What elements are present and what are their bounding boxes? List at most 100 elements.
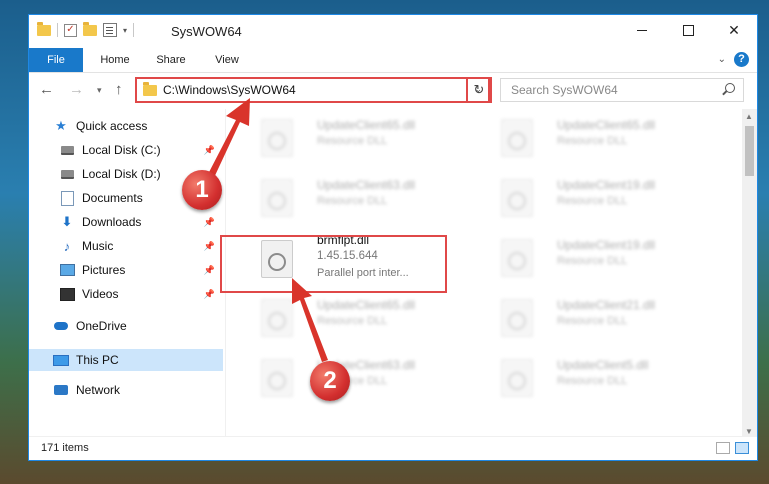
tab-share[interactable]: Share (149, 48, 193, 72)
sidebar-item-label: Documents (82, 191, 143, 205)
computer-icon (53, 354, 69, 366)
drive-icon (60, 169, 74, 179)
sidebar-item-label: Downloads (82, 215, 142, 229)
file-description: Resource DLL (557, 375, 628, 387)
list-item[interactable]: UpdateClient19.dll Resource DLL (487, 171, 717, 223)
sidebar-item-label: Pictures (82, 263, 126, 277)
minimize-icon (637, 29, 647, 31)
file-description: Resource DLL (317, 135, 388, 147)
expand-ribbon-icon[interactable]: ⌄ (718, 54, 726, 65)
videos-icon (59, 287, 75, 301)
search-icon[interactable] (725, 83, 735, 93)
large-icons-view-icon[interactable] (735, 442, 749, 454)
sidebar-item-network[interactable]: Network (53, 379, 223, 401)
properties-icon[interactable] (103, 23, 117, 37)
step-2-badge: 2 (310, 361, 350, 401)
sidebar-item-quick-access[interactable]: ★ Quick access (53, 115, 223, 137)
minimize-button[interactable] (619, 15, 665, 45)
vertical-scrollbar[interactable]: ▲ ▼ (742, 109, 757, 439)
list-item[interactable]: UpdateClient65.dll Resource DLL (487, 111, 717, 163)
music-icon: ♪ (63, 238, 71, 254)
title-bar: ✓ ▾ SysWOW64 ✕ (29, 15, 757, 48)
drive-icon (60, 145, 74, 155)
dll-file-icon (501, 299, 533, 337)
back-button[interactable]: ← (39, 81, 54, 98)
tab-view[interactable]: View (205, 48, 249, 72)
sidebar-item-pictures[interactable]: Pictures 📌 (59, 259, 223, 281)
scroll-up-icon[interactable]: ▲ (745, 112, 753, 121)
search-box[interactable]: Search SysWOW64 (500, 78, 744, 102)
tab-home[interactable]: Home (93, 48, 137, 72)
sidebar-item-downloads[interactable]: ⬇ Downloads 📌 (59, 211, 223, 233)
pin-icon[interactable]: 📌 (204, 217, 215, 228)
folder-icon (37, 21, 51, 36)
file-name: UpdateClient5.dll (557, 358, 649, 372)
scroll-down-icon[interactable]: ▼ (745, 427, 753, 436)
sidebar-item-label: Local Disk (C:) (82, 143, 161, 157)
recent-locations-icon[interactable]: ▾ (97, 85, 102, 96)
file-name: UpdateClient21.dll (557, 298, 656, 312)
list-item[interactable]: UpdateClient19.dll Resource DLL (487, 231, 717, 283)
file-name: UpdateClient65.dll (317, 298, 416, 312)
sidebar-item-label: Network (76, 383, 121, 397)
sidebar-item-local-disk-c[interactable]: Local Disk (C:) 📌 (59, 139, 223, 161)
maximize-button[interactable] (665, 15, 711, 45)
sidebar-item-label: Videos (82, 287, 119, 301)
dll-file-icon (501, 239, 533, 277)
address-bar[interactable]: C:\Windows\SysWOW64 ⌄ (135, 77, 490, 103)
refresh-button[interactable]: ↻ (466, 77, 492, 103)
tab-file[interactable]: File (29, 48, 83, 72)
sidebar-item-this-pc[interactable]: This PC (29, 349, 223, 371)
sidebar-item-label: Quick access (76, 119, 148, 133)
new-folder-icon[interactable] (83, 21, 97, 36)
star-icon: ★ (55, 118, 67, 133)
help-icon[interactable]: ? (734, 52, 749, 67)
list-item[interactable]: UpdateClient5.dll Resource DLL (487, 351, 717, 403)
file-description: Resource DLL (557, 315, 628, 327)
folder-icon (143, 81, 157, 96)
sidebar-item-label: Music (82, 239, 114, 253)
step-1-badge: 1 (182, 170, 222, 210)
list-item[interactable]: UpdateClient65.dll Resource DLL (247, 111, 477, 163)
search-placeholder[interactable]: Search SysWOW64 (511, 83, 618, 97)
file-description: Resource DLL (317, 315, 388, 327)
sidebar-item-label: Local Disk (D:) (82, 167, 161, 181)
separator (133, 23, 135, 37)
file-description: Resource DLL (557, 255, 628, 267)
pin-icon[interactable]: 📌 (204, 265, 215, 276)
pin-icon[interactable]: 📌 (204, 241, 215, 252)
list-item[interactable]: UpdateClient65.dll Resource DLL (247, 291, 477, 343)
dll-file-icon (261, 119, 293, 157)
list-item[interactable]: UpdateClient63.dll Resource DLL (247, 171, 477, 223)
list-item[interactable]: UpdateClient63.dll Resource DLL (247, 351, 477, 403)
close-icon: ✕ (728, 21, 740, 38)
dll-file-icon (501, 119, 533, 157)
up-button[interactable]: ↑ (115, 81, 123, 98)
close-button[interactable]: ✕ (711, 15, 757, 45)
navigation-pane: ★ Quick access Local Disk (C:) 📌 Local D… (29, 109, 225, 439)
customize-toolbar-icon[interactable]: ▾ (123, 26, 127, 35)
address-path[interactable]: C:\Windows\SysWOW64 (163, 83, 296, 97)
dll-file-icon (501, 179, 533, 217)
sidebar-item-onedrive[interactable]: OneDrive (53, 315, 223, 337)
maximize-icon (682, 24, 694, 36)
dll-file-icon (261, 359, 293, 397)
file-name: UpdateClient19.dll (557, 238, 656, 252)
pin-icon[interactable]: 📌 (204, 289, 215, 300)
file-name: UpdateClient65.dll (317, 118, 416, 132)
properties-check-icon[interactable]: ✓ (64, 23, 77, 37)
pin-icon[interactable]: 📌 (204, 145, 215, 156)
network-icon (54, 385, 68, 395)
scroll-thumb[interactable] (745, 126, 754, 176)
sidebar-item-label: This PC (76, 353, 119, 367)
navigation-bar: ← → ▾ ↑ C:\Windows\SysWOW64 ⌄ ↻ Search S… (29, 73, 757, 107)
file-description: Resource DLL (317, 195, 388, 207)
forward-button[interactable]: → (69, 81, 84, 98)
sidebar-item-music[interactable]: ♪ Music 📌 (59, 235, 223, 257)
status-bar: 171 items (29, 436, 757, 460)
list-item[interactable]: UpdateClient21.dll Resource DLL (487, 291, 717, 343)
highlight-box (220, 235, 447, 293)
file-name: UpdateClient63.dll (317, 178, 416, 192)
details-view-icon[interactable] (716, 442, 730, 454)
sidebar-item-videos[interactable]: Videos 📌 (59, 283, 223, 305)
